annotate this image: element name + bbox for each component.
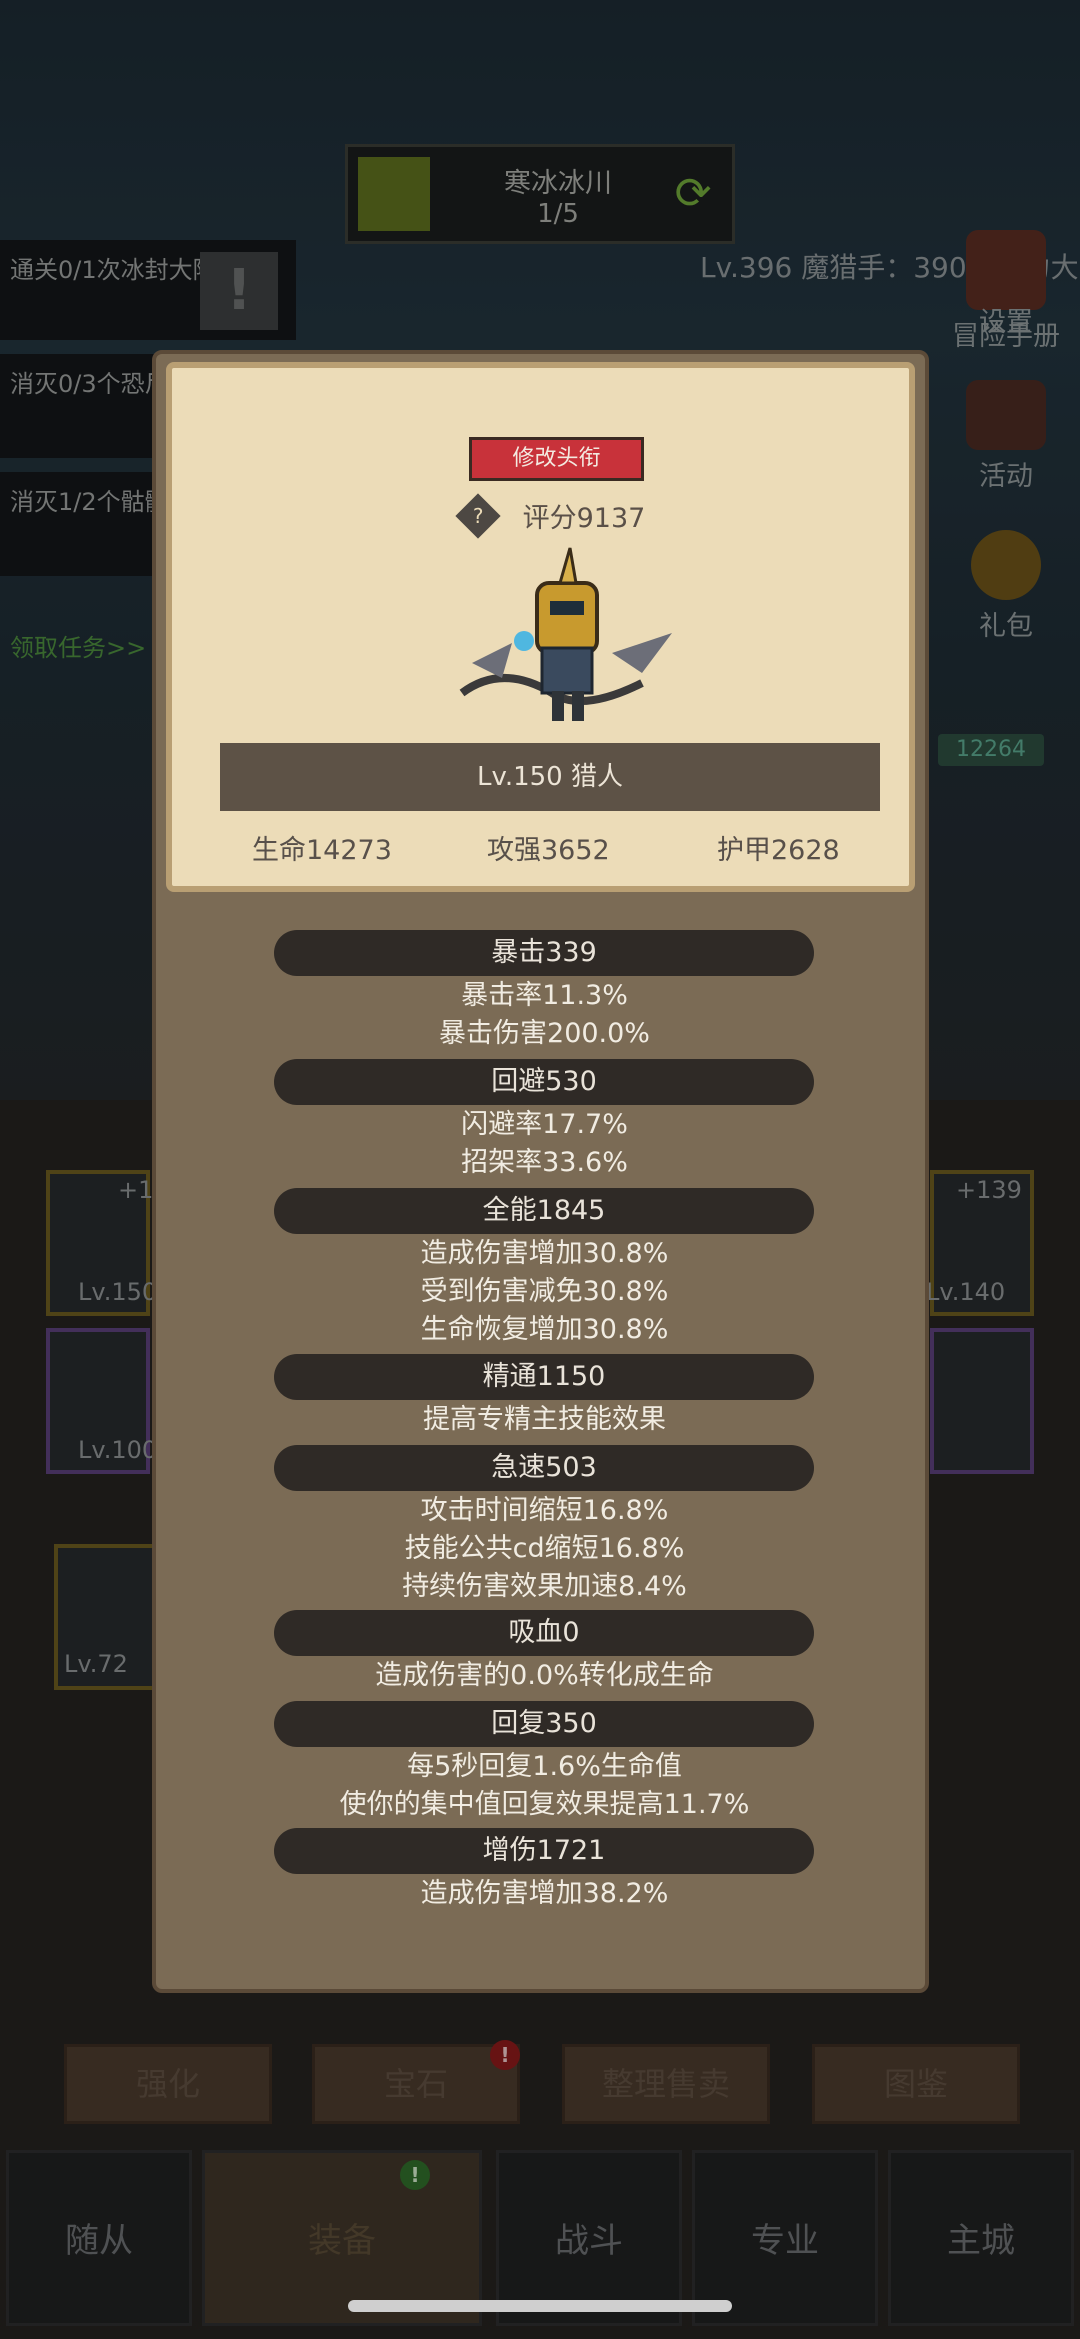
class-level-bar: Lv.150 猎人 xyxy=(220,743,880,811)
stat-header-leech: 吸血0 xyxy=(274,1610,814,1656)
attack-power-stat: 攻强3652 xyxy=(487,835,610,866)
stat-line: 暴击率11.3% xyxy=(461,980,628,1011)
score-row: ? 评分9137 xyxy=(455,492,646,540)
stat-line: 暴击伤害200.0% xyxy=(439,1018,650,1049)
stat-header-versatility: 全能1845 xyxy=(274,1188,814,1234)
stat-line: 提高专精主技能效果 xyxy=(423,1404,666,1435)
stat-line: 持续伤害效果加速8.4% xyxy=(402,1571,687,1602)
stat-header-damage-bonus: 增伤1721 xyxy=(274,1828,814,1874)
stat-line: 造成伤害增加30.8% xyxy=(420,1238,669,1269)
stat-line: 造成伤害增加38.2% xyxy=(420,1878,669,1909)
stat-header-crit: 暴击339 xyxy=(274,930,814,976)
stat-line: 每5秒回复1.6%生命值 xyxy=(407,1751,682,1782)
stat-line: 技能公共cd缩短16.8% xyxy=(404,1533,685,1564)
character-stats-dialog: 修改头衔 ? 评分9137 Lv.150 猎人 生命14273 攻强3652 护… xyxy=(152,350,929,1993)
armor-stat: 护甲2628 xyxy=(717,835,840,866)
dialog-header-panel: 修改头衔 ? 评分9137 Lv.150 猎人 生命14273 攻强3652 护… xyxy=(166,362,915,892)
stat-header-avoidance: 回避530 xyxy=(274,1059,814,1105)
stat-line: 造成伤害的0.0%转化成生命 xyxy=(375,1660,714,1691)
edit-title-button[interactable]: 修改头衔 xyxy=(469,437,644,481)
score-value: 评分9137 xyxy=(522,503,646,534)
hp-stat: 生命14273 xyxy=(252,835,392,866)
stat-line: 招架率33.6% xyxy=(461,1147,628,1178)
stat-line: 使你的集中值回复效果提高11.7% xyxy=(339,1789,750,1820)
stat-header-mastery: 精通1150 xyxy=(274,1354,814,1400)
help-icon[interactable]: ? xyxy=(455,492,501,539)
stat-line: 受到伤害减免30.8% xyxy=(420,1276,669,1307)
stat-line: 闪避率17.7% xyxy=(461,1109,628,1140)
stat-header-regen: 回复350 xyxy=(274,1701,814,1747)
stat-header-haste: 急速503 xyxy=(274,1445,814,1491)
stat-line: 攻击时间缩短16.8% xyxy=(420,1495,669,1526)
stat-line: 生命恢复增加30.8% xyxy=(420,1314,669,1345)
home-indicator[interactable] xyxy=(348,2300,732,2312)
hunter-character-icon xyxy=(459,547,672,721)
